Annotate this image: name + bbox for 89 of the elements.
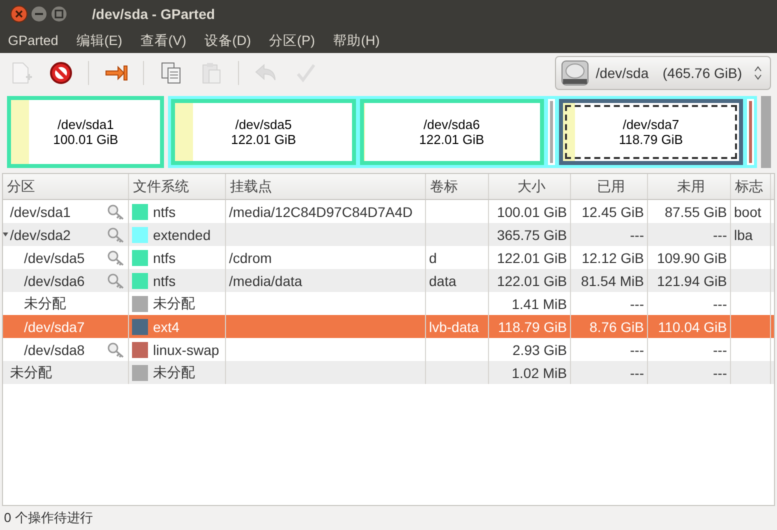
partition-size: 118.79 GiB xyxy=(618,132,683,147)
window-title: /dev/sda - GParted xyxy=(92,6,215,22)
table-cell: --- xyxy=(630,342,644,358)
table-cell: 122.01 GiB xyxy=(496,272,567,288)
table-cell-text: 未分配 xyxy=(24,294,67,312)
column-header[interactable]: 分区 xyxy=(3,174,129,199)
table-cell: /media/12C84D97C84D7A4D xyxy=(229,204,413,220)
table-cell: --- xyxy=(713,364,727,380)
table-row[interactable]: /dev/sda2 extended 365.75 GiB --- --- lba xyxy=(3,223,774,246)
partition-name: /dev/sda5 xyxy=(235,117,292,132)
table-cell: ext4 xyxy=(153,318,180,334)
table-cell: --- xyxy=(630,364,644,380)
table-cell: 2.93 GiB xyxy=(512,342,567,358)
table-cell-text: /dev/sda7 xyxy=(24,318,86,334)
table-cell: lba xyxy=(734,226,753,242)
column-header[interactable]: 挂载点 xyxy=(226,174,426,199)
table-cell: 8.76 GiB xyxy=(590,318,644,334)
device-dropdown[interactable]: /dev/sda (465.76 GiB) xyxy=(554,56,771,90)
table-cell-text: /dev/sda5 xyxy=(24,250,86,266)
table-cell: ntfs xyxy=(153,204,176,220)
minimize-icon[interactable] xyxy=(30,5,48,23)
table-cell: 81.54 MiB xyxy=(580,272,644,288)
extended-partition-block[interactable]: /dev/sda5 122.01 GiB /dev/sda6 122.01 GiB /dev/sda7 118.79 GiB xyxy=(168,96,757,168)
table-cell: data xyxy=(429,272,456,288)
partition-size: 122.01 GiB xyxy=(419,132,484,147)
table-cell: --- xyxy=(713,342,727,358)
table-cell-text: 未分配 xyxy=(10,364,53,382)
table-cell: 未分配 xyxy=(153,364,195,382)
column-header[interactable]: 文件系统 xyxy=(129,174,226,199)
table-row[interactable]: 未分配 未分配 1.02 MiB --- --- xyxy=(3,361,774,384)
partition-block[interactable]: /dev/sda7 118.79 GiB xyxy=(558,99,743,165)
column-header[interactable]: 大小 xyxy=(489,174,571,199)
column-header[interactable]: 卷标 xyxy=(426,174,489,199)
table-cell: /media/data xyxy=(229,272,302,288)
table-cell-text: /dev/sda8 xyxy=(24,342,86,358)
table-cell: 110.04 GiB xyxy=(658,318,727,334)
table-cell: 100.01 GiB xyxy=(496,204,567,220)
column-header[interactable]: 标志 xyxy=(731,174,771,199)
column-header[interactable]: 未用 xyxy=(648,174,731,199)
table-cell: --- xyxy=(630,226,644,242)
table-cell: --- xyxy=(713,226,727,242)
table-cell: 118.79 GiB xyxy=(498,318,567,334)
menu-item[interactable]: 分区(P) xyxy=(269,32,316,50)
partition-name: /dev/sda6 xyxy=(424,117,480,132)
table-cell: extended xyxy=(153,226,211,242)
table-cell: --- xyxy=(630,296,644,312)
column-header[interactable]: 已用 xyxy=(571,174,648,199)
partition-block[interactable] xyxy=(747,99,754,165)
table-cell: 365.75 GiB xyxy=(496,226,567,242)
partition-block[interactable]: /dev/sda1 100.01 GiB xyxy=(7,96,164,168)
menu-item[interactable]: 查看(V) xyxy=(140,32,186,50)
menu-item[interactable]: 编辑(E) xyxy=(76,32,122,50)
table-cell: --- xyxy=(713,296,727,312)
table-cell: 121.94 GiB xyxy=(656,272,727,288)
table-cell: 未分配 xyxy=(153,294,195,312)
table-cell: 12.45 GiB xyxy=(582,204,644,220)
table-cell-text: /dev/sda6 xyxy=(24,272,86,288)
table-cell: 109.90 GiB xyxy=(656,250,727,266)
table-cell: 122.01 GiB xyxy=(496,250,567,266)
partition-size: 100.01 GiB xyxy=(53,132,118,147)
menu-item[interactable]: 设备(D) xyxy=(204,32,252,50)
partition-size: 122.01 GiB xyxy=(230,132,296,147)
table-cell-text: /dev/sda2 xyxy=(10,226,72,242)
table-cell: 1.02 MiB xyxy=(512,364,567,380)
menu-item[interactable]: 帮助(H) xyxy=(333,32,380,50)
table-cell-text: /dev/sda1 xyxy=(10,204,72,220)
spinner-arrows-icon xyxy=(754,66,762,80)
close-icon[interactable] xyxy=(10,5,28,23)
partition-block[interactable]: /dev/sda5 122.01 GiB xyxy=(171,99,356,165)
status-text: 0 个操作待进行 xyxy=(4,509,93,527)
table-cell: boot xyxy=(734,204,762,220)
table-cell: 87.55 GiB xyxy=(664,204,727,220)
table-cell: ntfs xyxy=(153,250,176,266)
expander-icon[interactable] xyxy=(3,230,9,239)
table-cell: 1.41 MiB xyxy=(512,296,567,312)
maximize-icon[interactable] xyxy=(50,5,68,23)
partition-name: /dev/sda1 xyxy=(58,117,114,132)
menu-item[interactable]: GParted xyxy=(8,33,58,48)
table-cell: 12.12 GiB xyxy=(582,250,644,266)
table-row[interactable]: /dev/sda6 ntfs /media/data data 122.01 GiB 81.54 MiB 121.94 GiB xyxy=(3,269,774,292)
partition-block[interactable] xyxy=(548,99,555,165)
table-cell: d xyxy=(429,250,437,266)
table-cell: ntfs xyxy=(153,272,176,288)
table-cell: linux-swap xyxy=(153,342,220,358)
table-cell: /cdrom xyxy=(229,250,272,266)
partition-name: /dev/sda7 xyxy=(622,117,680,132)
partition-block[interactable]: /dev/sda6 122.01 GiB xyxy=(360,99,544,165)
table-cell: lvb-data xyxy=(429,318,479,334)
no-entry-icon[interactable] xyxy=(48,60,74,86)
